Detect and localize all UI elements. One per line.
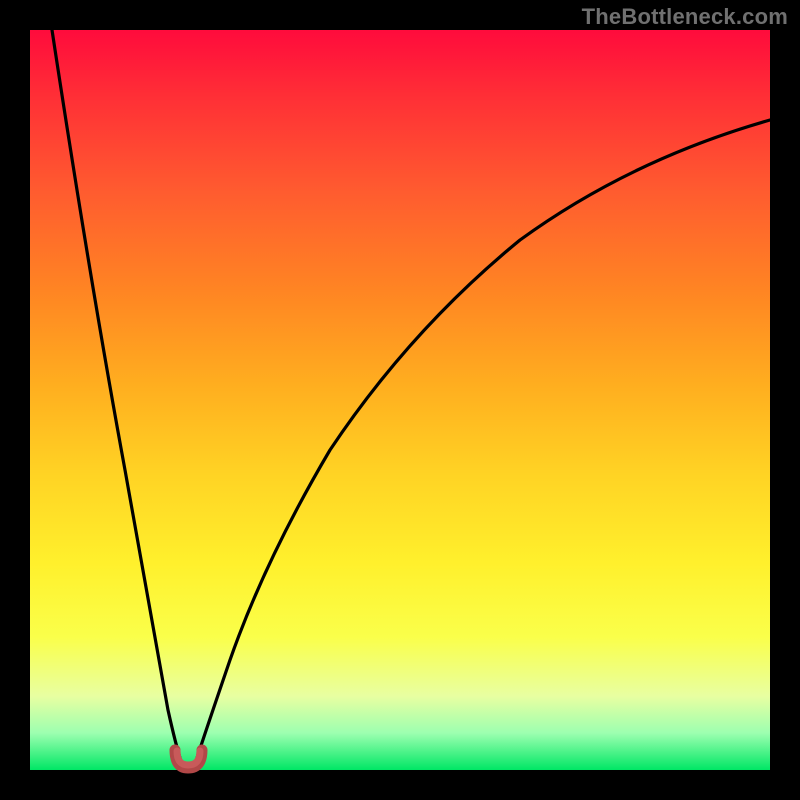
- chart-frame: TheBottleneck.com: [0, 0, 800, 800]
- watermark-text: TheBottleneck.com: [582, 4, 788, 30]
- minimum-marker-fill: [177, 751, 200, 765]
- curve-right-branch: [196, 120, 770, 761]
- curve-left-branch: [52, 30, 181, 761]
- bottleneck-curve: [30, 30, 770, 770]
- chart-plot-area: [30, 30, 770, 770]
